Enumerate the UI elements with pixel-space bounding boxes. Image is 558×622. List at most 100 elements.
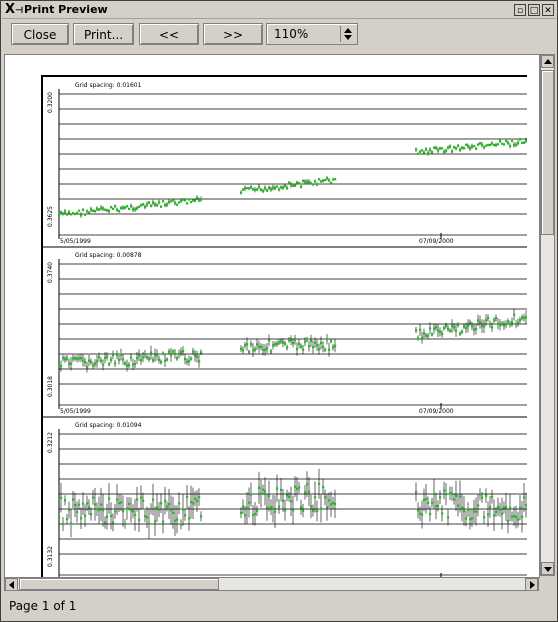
scroll-right-button[interactable] [525, 578, 538, 591]
data-point [124, 522, 127, 525]
zoom-select[interactable]: 110% [266, 23, 358, 45]
data-point [513, 313, 516, 316]
data-point [322, 179, 325, 182]
data-point [158, 358, 161, 361]
data-point [483, 516, 486, 519]
data-point [501, 512, 504, 515]
horizontal-scrollbar[interactable] [4, 577, 539, 591]
maximize-button[interactable]: □ [528, 4, 540, 16]
data-point [72, 212, 75, 215]
close-window-button[interactable]: ✕ [542, 4, 554, 16]
data-point [92, 496, 95, 499]
data-point [479, 142, 482, 145]
vertical-scroll-thumb[interactable] [541, 70, 554, 235]
preview-canvas[interactable]: Grid spacing: 0.01601 0.3200 0.3625 5/05/19… [4, 54, 540, 578]
data-point [509, 144, 512, 148]
data-point [473, 145, 476, 148]
data-point [150, 507, 153, 510]
data-point [463, 325, 466, 328]
print-button[interactable]: Print... [73, 23, 134, 45]
data-point [423, 151, 426, 154]
y-max-label: 0.3212 [47, 432, 54, 453]
data-point [280, 488, 283, 491]
app-icon: X⊣ [5, 2, 24, 17]
data-point [300, 345, 303, 348]
data-point [288, 181, 291, 184]
data-point [194, 354, 197, 358]
data-point [176, 518, 179, 521]
data-point [268, 186, 271, 189]
data-point [156, 204, 159, 207]
data-point [290, 500, 293, 503]
data-point [242, 505, 245, 508]
data-point [128, 502, 131, 505]
x-end-label: 07/09/2000 [419, 238, 454, 245]
data-point [523, 316, 526, 319]
data-point [200, 515, 203, 518]
data-point [64, 358, 67, 361]
data-point [132, 208, 135, 211]
scroll-up-button[interactable] [541, 55, 554, 68]
scroll-down-button[interactable] [541, 562, 554, 575]
data-point [112, 207, 115, 210]
data-point [274, 186, 277, 190]
data-point [280, 340, 283, 343]
close-button[interactable]: Close [11, 23, 69, 45]
minimize-button[interactable]: ▫ [514, 4, 526, 16]
data-point [511, 139, 514, 143]
data-point [126, 205, 129, 208]
data-point [80, 357, 83, 360]
data-point [106, 515, 109, 518]
data-point [170, 509, 173, 512]
spin-up-icon[interactable] [344, 28, 352, 33]
data-point [455, 147, 458, 150]
next-page-button[interactable]: >> [203, 23, 263, 45]
data-point [118, 502, 121, 505]
data-point [274, 510, 277, 513]
data-point [461, 330, 464, 333]
previous-page-button[interactable]: << [139, 23, 199, 45]
spin-down-icon[interactable] [344, 35, 352, 40]
data-point [419, 512, 422, 515]
data-point [126, 507, 129, 510]
data-point [262, 488, 265, 491]
data-point [194, 199, 197, 202]
data-point [523, 496, 526, 499]
data-point [437, 149, 440, 152]
data-point [437, 504, 440, 508]
x-end-label: 07/09/2000 [419, 408, 454, 415]
data-point [511, 321, 514, 324]
data-point [70, 522, 73, 525]
data-point [244, 514, 247, 517]
data-point [100, 206, 103, 209]
data-point [439, 147, 442, 150]
data-point [248, 350, 251, 353]
vertical-scrollbar[interactable] [540, 54, 555, 576]
data-point [485, 494, 488, 497]
data-point [68, 211, 71, 214]
data-point [102, 207, 105, 210]
data-point [282, 499, 285, 502]
zoom-spinner[interactable] [340, 26, 355, 42]
horizontal-scroll-thumb[interactable] [19, 578, 219, 590]
data-point [447, 516, 450, 519]
data-point [250, 343, 253, 346]
data-point [122, 206, 125, 209]
data-point [180, 523, 183, 526]
data-point [98, 509, 101, 512]
data-point [254, 348, 257, 351]
scroll-left-button[interactable] [5, 578, 18, 591]
data-point [82, 208, 85, 212]
data-point [106, 355, 109, 358]
data-point [108, 210, 111, 213]
title-bar[interactable]: X⊣ Print Preview ▫ □ ✕ [2, 2, 556, 19]
data-point [240, 347, 243, 350]
data-point [306, 483, 309, 486]
data-point [112, 521, 115, 524]
data-point [300, 185, 303, 188]
data-point [302, 509, 305, 512]
data-point [443, 327, 446, 330]
data-point [96, 508, 99, 511]
data-point [296, 347, 299, 351]
data-point [192, 350, 195, 353]
